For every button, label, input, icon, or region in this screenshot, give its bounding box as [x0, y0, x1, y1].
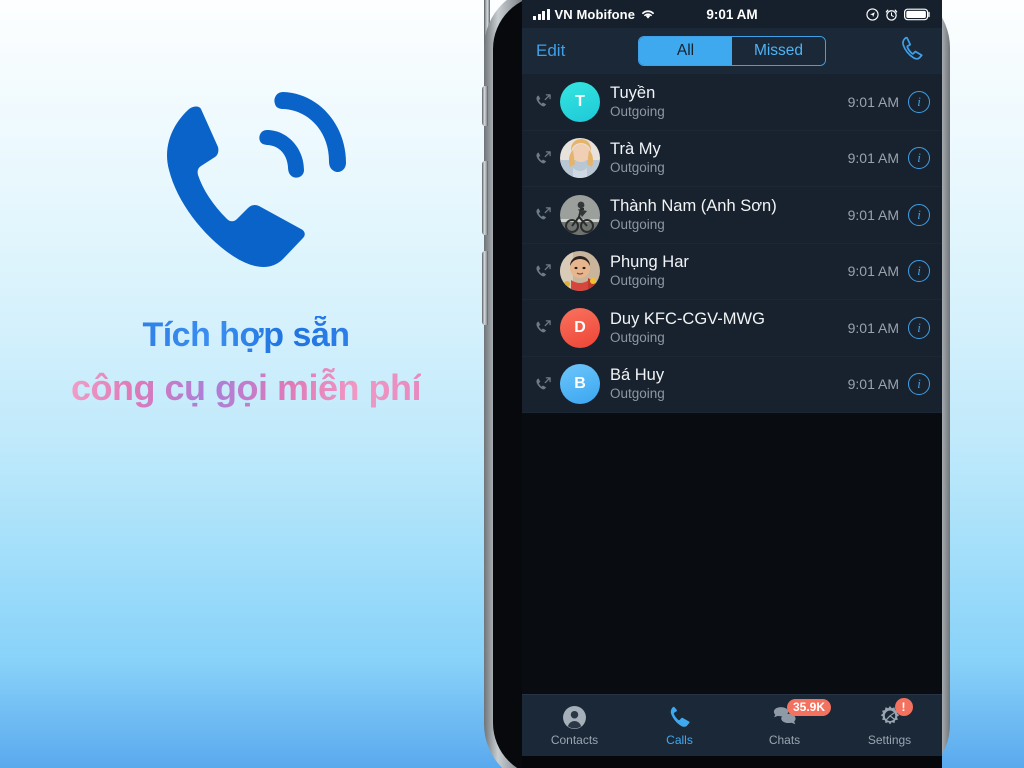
call-time: 9:01 AM: [847, 93, 899, 110]
tab-settings[interactable]: ! Settings: [837, 695, 942, 756]
contact-name: Duy KFC-CGV-MWG: [610, 309, 765, 328]
table-row[interactable]: Phụng Har Outgoing 9:01 AM i: [522, 243, 942, 300]
call-time: 9:01 AM: [847, 319, 899, 336]
outgoing-call-icon: [530, 92, 556, 111]
contact-name: Trà My: [610, 140, 661, 159]
settings-badge: !: [894, 698, 913, 716]
avatar: D: [560, 307, 600, 348]
location-arrow-icon: [866, 7, 879, 21]
chats-badge: 35.9K: [787, 699, 832, 716]
tab-label: Settings: [867, 733, 912, 747]
call-entry-meta: Thành Nam (Anh Sơn) Outgoing: [610, 197, 848, 233]
call-filter-segmented-control[interactable]: All Missed: [638, 36, 826, 66]
phone-handset-icon: [670, 706, 690, 727]
phone-call-waves-icon: [167, 92, 346, 267]
call-time: 9:01 AM: [847, 376, 899, 393]
outgoing-call-icon: [530, 262, 556, 281]
outgoing-call-icon: [530, 205, 556, 224]
phone-handset-outline-icon: [902, 36, 923, 60]
info-circle-icon[interactable]: i: [908, 316, 930, 339]
call-entry-meta: Tuyền Outgoing: [610, 84, 848, 120]
edit-button[interactable]: Edit: [536, 41, 565, 61]
wifi-icon: [642, 10, 654, 19]
cellular-signal-icon: [533, 8, 550, 20]
contact-name: Phụng Har: [610, 253, 689, 272]
promo-headline-line2: công cụ gọi miễn phí: [71, 367, 422, 408]
new-call-button[interactable]: [898, 34, 928, 69]
info-circle-icon[interactable]: i: [908, 203, 930, 226]
avatar: T: [560, 81, 600, 122]
carrier-label: VN Mobifone: [554, 6, 636, 22]
volume-down-button[interactable]: [482, 251, 488, 325]
tab-label: Calls: [666, 733, 693, 747]
avatar-initial: D: [574, 318, 586, 336]
navigation-bar: Edit All Missed: [522, 28, 942, 74]
contact-photo: [560, 138, 600, 179]
tab-calls[interactable]: Calls: [627, 695, 732, 756]
outgoing-call-icon: [530, 375, 556, 394]
call-time: 9:01 AM: [847, 206, 899, 223]
call-status: Outgoing: [610, 160, 665, 176]
call-entry-meta: Duy KFC-CGV-MWG Outgoing: [610, 310, 848, 346]
outgoing-call-icon: [530, 149, 556, 168]
contact-name: Bá Huy: [610, 366, 665, 385]
call-entry-meta: Phụng Har Outgoing: [610, 253, 848, 289]
tab-label: Chats: [768, 733, 801, 747]
alarm-clock-icon: [885, 9, 898, 21]
info-circle-icon[interactable]: i: [908, 373, 930, 396]
phone-mockup: VN Mobifone 9:01 AM Edit All Missed T Tu…: [482, 0, 950, 768]
promo-headline-line1: Tích hợp sẵn: [142, 316, 350, 354]
call-status: Outgoing: [610, 216, 665, 232]
empty-list-area: [522, 413, 942, 694]
segment-missed[interactable]: Missed: [732, 37, 825, 65]
call-status: Outgoing: [610, 103, 665, 119]
contact-photo: [560, 194, 600, 235]
call-entry-meta: Bá Huy Outgoing: [610, 366, 848, 402]
contact-photo: [560, 251, 600, 292]
battery-full-icon: [904, 8, 930, 20]
table-row[interactable]: B Bá Huy Outgoing 9:01 AM i: [522, 356, 942, 413]
avatar-initial: B: [574, 375, 586, 393]
volume-up-button[interactable]: [482, 161, 488, 235]
call-status: Outgoing: [610, 329, 665, 345]
table-row[interactable]: D Duy KFC-CGV-MWG Outgoing 9:01 AM i: [522, 300, 942, 357]
call-entry-meta: Trà My Outgoing: [610, 140, 848, 176]
contacts-person-icon: [563, 705, 586, 729]
promo-panel: Tích hợp sẵn công cụ gọi miễn phí: [0, 0, 492, 768]
info-circle-icon[interactable]: i: [908, 260, 930, 283]
call-status: Outgoing: [610, 273, 665, 289]
phone-screen: VN Mobifone 9:01 AM Edit All Missed T Tu…: [522, 0, 942, 768]
info-circle-icon[interactable]: i: [908, 90, 930, 113]
table-row[interactable]: Trà My Outgoing 9:01 AM i: [522, 130, 942, 187]
call-time: 9:01 AM: [847, 150, 899, 167]
mute-switch-button[interactable]: [482, 86, 488, 126]
status-bar: VN Mobifone 9:01 AM: [522, 0, 942, 28]
avatar: [560, 194, 600, 235]
contact-name: Tuyền: [610, 83, 656, 102]
segment-all[interactable]: All: [639, 37, 732, 65]
tab-contacts[interactable]: Contacts: [522, 695, 627, 756]
contact-name: Thành Nam (Anh Sơn): [610, 196, 777, 215]
call-time: 9:01 AM: [847, 263, 899, 280]
avatar: [560, 251, 600, 292]
tab-label: Contacts: [550, 733, 599, 747]
outgoing-call-icon: [530, 318, 556, 337]
table-row[interactable]: T Tuyền Outgoing 9:01 AM i: [522, 74, 942, 131]
bottom-tab-bar: Contacts Calls 35.9K Chats ! Settings: [522, 694, 942, 756]
avatar: B: [560, 364, 600, 405]
info-circle-icon[interactable]: i: [908, 147, 930, 170]
avatar: [560, 138, 600, 179]
call-status: Outgoing: [610, 386, 665, 402]
call-history-list: T Tuyền Outgoing 9:01 AM i Trà My Outgoi…: [522, 74, 942, 413]
home-indicator-area: [522, 756, 942, 768]
table-row[interactable]: Thành Nam (Anh Sơn) Outgoing 9:01 AM i: [522, 187, 942, 244]
avatar-initial: T: [575, 92, 585, 110]
tab-chats[interactable]: 35.9K Chats: [732, 695, 837, 756]
